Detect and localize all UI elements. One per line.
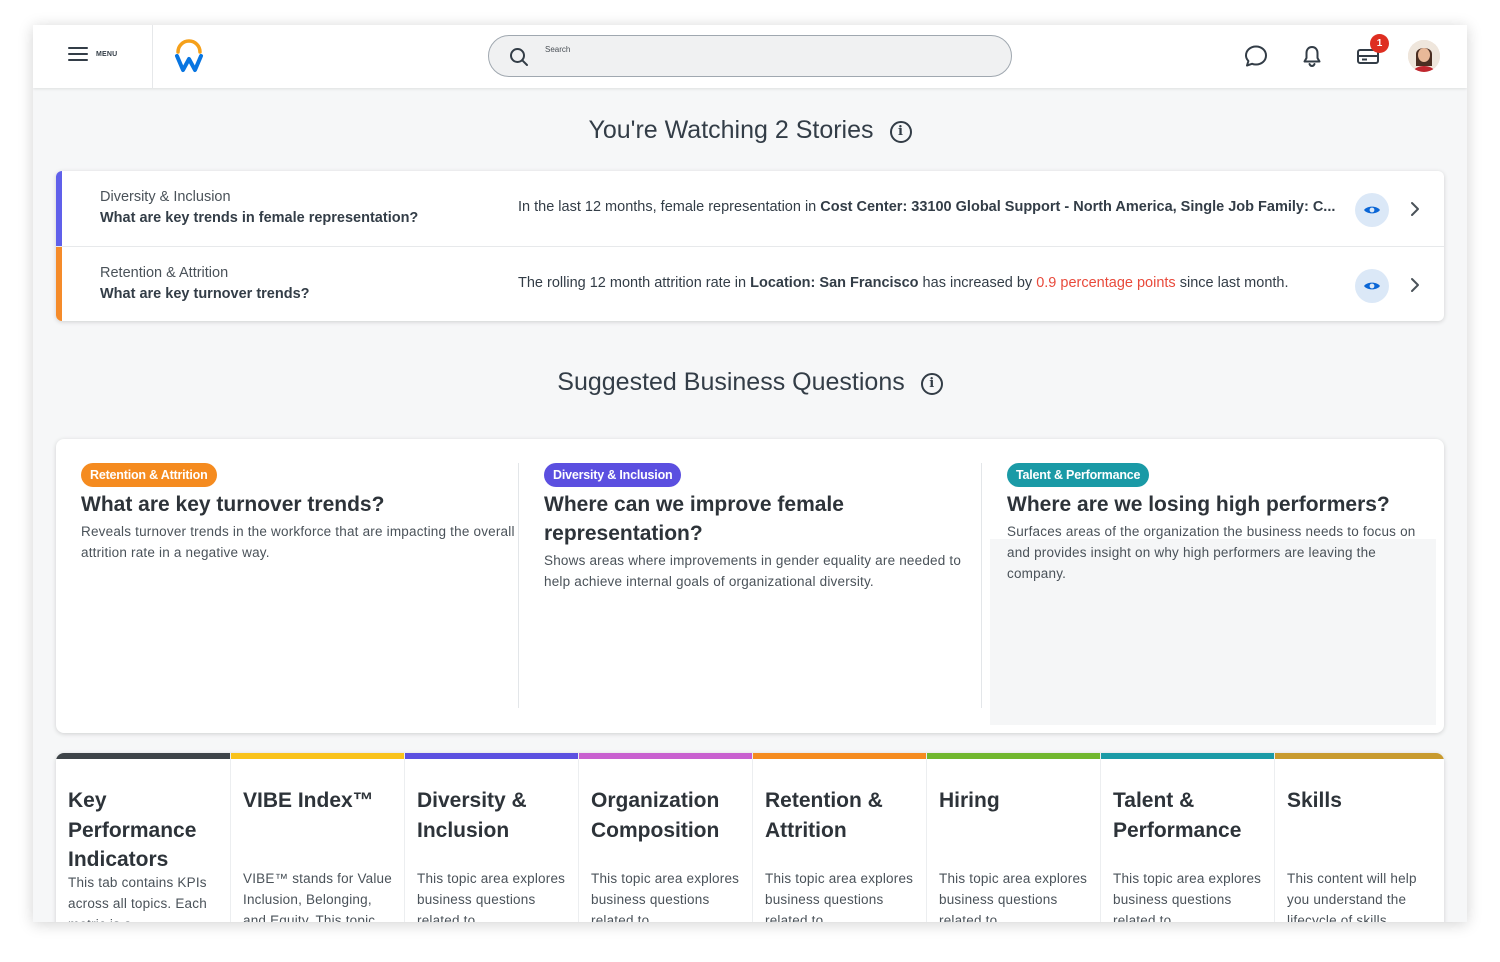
topic-tile-talent[interactable]: Talent & Performance This topic area exp…: [1100, 753, 1274, 922]
story-question: What are key trends in female representa…: [100, 210, 419, 226]
top-bar: MENU 1: [33, 25, 1467, 88]
story-row[interactable]: Diversity & Inclusion What are key trend…: [56, 171, 1444, 246]
card-divider: [518, 463, 519, 708]
story-stripe: [56, 247, 62, 321]
watch-toggle-button[interactable]: [1355, 193, 1389, 227]
question-description: Reveals turnover trends in the workforce…: [81, 524, 515, 560]
topic-color-bar: [56, 753, 230, 759]
question-card[interactable]: Diversity & Inclusion Where can we impro…: [544, 463, 984, 592]
suggested-questions-panel: Retention & Attrition What are key turno…: [56, 439, 1444, 733]
chevron-right-icon[interactable]: [1403, 273, 1427, 297]
question-title: Where are we losing high performers?: [1007, 493, 1390, 516]
topic-tile-skills[interactable]: Skills This content will help you unders…: [1274, 753, 1444, 922]
workday-logo-icon[interactable]: [174, 37, 204, 73]
story-row[interactable]: Retention & Attrition What are key turno…: [56, 246, 1444, 321]
topic-title: Hiring: [939, 789, 1000, 812]
suggested-title: Suggested Business Questions i: [33, 368, 1467, 397]
header-divider: [152, 25, 153, 88]
question-description: Surfaces areas of the organization the b…: [1007, 524, 1416, 581]
topic-tile-retention[interactable]: Retention & Attrition This topic area ex…: [752, 753, 926, 922]
story-category: Retention & Attrition: [100, 265, 229, 281]
topic-description: This content will help you understand th…: [1287, 871, 1417, 922]
search-bar[interactable]: [488, 35, 1012, 77]
eye-icon: [1364, 282, 1380, 290]
topic-description: This topic area explores business questi…: [1113, 871, 1262, 922]
topic-title: Skills: [1287, 789, 1342, 812]
avatar[interactable]: [1408, 40, 1440, 72]
topic-title: Talent & Performance: [1113, 789, 1242, 842]
story-text: The rolling 12 month attrition rate in L…: [518, 275, 1289, 291]
inbox-badge: 1: [1370, 34, 1389, 53]
menu-button[interactable]: MENU: [68, 47, 117, 61]
topic-title: VIBE Index™: [243, 789, 374, 812]
category-tag: Retention & Attrition: [81, 463, 217, 487]
info-icon[interactable]: i: [889, 121, 912, 143]
search-input[interactable]: [545, 42, 985, 56]
app-window: MENU 1: [33, 25, 1467, 922]
question-title: Where can we improve female representati…: [544, 493, 844, 545]
chevron-right-icon[interactable]: [1403, 197, 1427, 221]
topic-description: This tab contains KPIs across all topics…: [68, 875, 207, 922]
topic-description: This topic area explores business questi…: [417, 871, 566, 922]
topic-color-bar: [753, 753, 926, 759]
topic-color-bar: [927, 753, 1100, 759]
topic-tile-kpi[interactable]: Key Performance Indicators This tab cont…: [56, 753, 230, 922]
question-title: What are key turnover trends?: [81, 493, 385, 516]
topic-title: Diversity & Inclusion: [417, 789, 527, 842]
suggested-title-text: Suggested Business Questions: [557, 368, 905, 396]
topic-color-bar: [579, 753, 752, 759]
topic-description: VIBE™ stands for Value Inclusion, Belong…: [243, 871, 392, 922]
topic-color-bar: [405, 753, 578, 759]
category-tag: Diversity & Inclusion: [544, 463, 682, 487]
topic-description: This topic area explores business questi…: [765, 871, 914, 922]
menu-label: MENU: [96, 50, 118, 58]
hamburger-icon: [68, 47, 88, 61]
info-icon[interactable]: i: [920, 373, 943, 395]
card-divider: [981, 463, 982, 708]
topic-tiles: Key Performance Indicators This tab cont…: [56, 753, 1444, 922]
topic-title: Key Performance Indicators: [68, 789, 197, 871]
topic-title: Organization Composition: [591, 789, 720, 842]
search-icon: [510, 48, 528, 66]
topic-tile-hiring[interactable]: Hiring This topic area explores business…: [926, 753, 1100, 922]
topic-tile-vibe[interactable]: VIBE Index™ VIBE™ stands for Value Inclu…: [230, 753, 404, 922]
topic-description: This topic area explores business questi…: [939, 871, 1088, 922]
story-text: In the last 12 months, female representa…: [518, 199, 1336, 215]
chat-icon[interactable]: [1243, 43, 1269, 69]
topic-tile-organization[interactable]: Organization Composition This topic area…: [578, 753, 752, 922]
topic-color-bar: [1275, 753, 1444, 759]
question-description: Shows areas where improvements in gender…: [544, 553, 962, 589]
topic-color-bar: [1101, 753, 1274, 759]
question-card[interactable]: Talent & Performance Where are we losing…: [1007, 463, 1427, 584]
watching-title-text: You're Watching 2 Stories: [588, 116, 874, 144]
watch-toggle-button[interactable]: [1355, 269, 1389, 303]
watching-title: You're Watching 2 Stories i: [33, 116, 1467, 145]
topic-color-bar: [231, 753, 404, 759]
bell-icon[interactable]: [1299, 43, 1325, 69]
topic-title: Retention & Attrition: [765, 789, 883, 842]
category-tag: Talent & Performance: [1007, 463, 1150, 487]
question-card[interactable]: Retention & Attrition What are key turno…: [81, 463, 521, 563]
story-stripe: [56, 171, 62, 246]
story-question: What are key turnover trends?: [100, 286, 310, 302]
watched-stories-panel: Diversity & Inclusion What are key trend…: [56, 171, 1444, 321]
topic-tile-diversity[interactable]: Diversity & Inclusion This topic area ex…: [404, 753, 578, 922]
eye-icon: [1364, 206, 1380, 214]
story-category: Diversity & Inclusion: [100, 189, 231, 205]
topic-description: This topic area explores business questi…: [591, 871, 740, 922]
